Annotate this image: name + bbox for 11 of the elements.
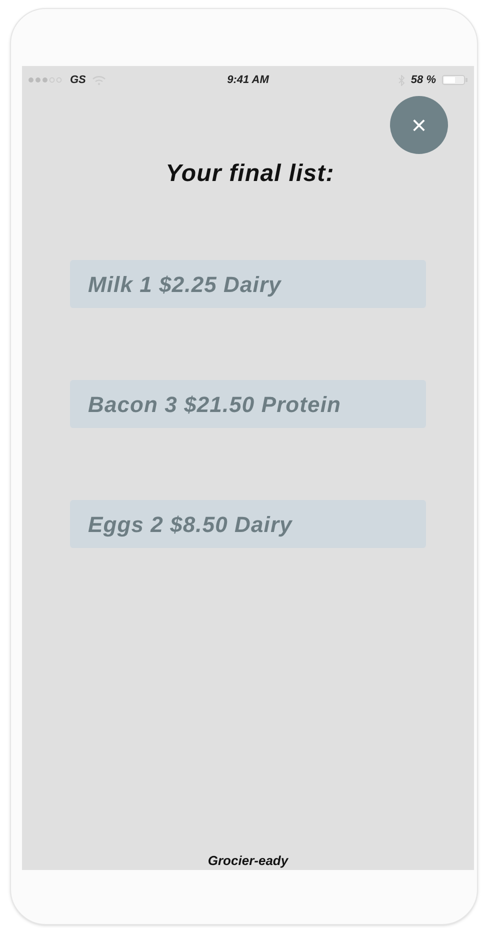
battery-icon [442, 75, 468, 85]
status-time: 9:41 AM [227, 72, 269, 88]
list-item[interactable]: Bacon 3 $21.50 Protein [70, 380, 426, 428]
list-title: Your final list: [166, 159, 334, 189]
close-button[interactable]: × [390, 96, 448, 154]
app-name: Grocier-eady [208, 852, 288, 870]
list-item[interactable]: Milk 1 $2.25 Dairy [70, 260, 426, 308]
signal-icon [28, 77, 64, 83]
battery-percent: 58 % [410, 72, 436, 88]
carrier-name: GS [70, 72, 86, 88]
list-item[interactable]: Eggs 2 $8.50 Dairy [70, 500, 426, 548]
